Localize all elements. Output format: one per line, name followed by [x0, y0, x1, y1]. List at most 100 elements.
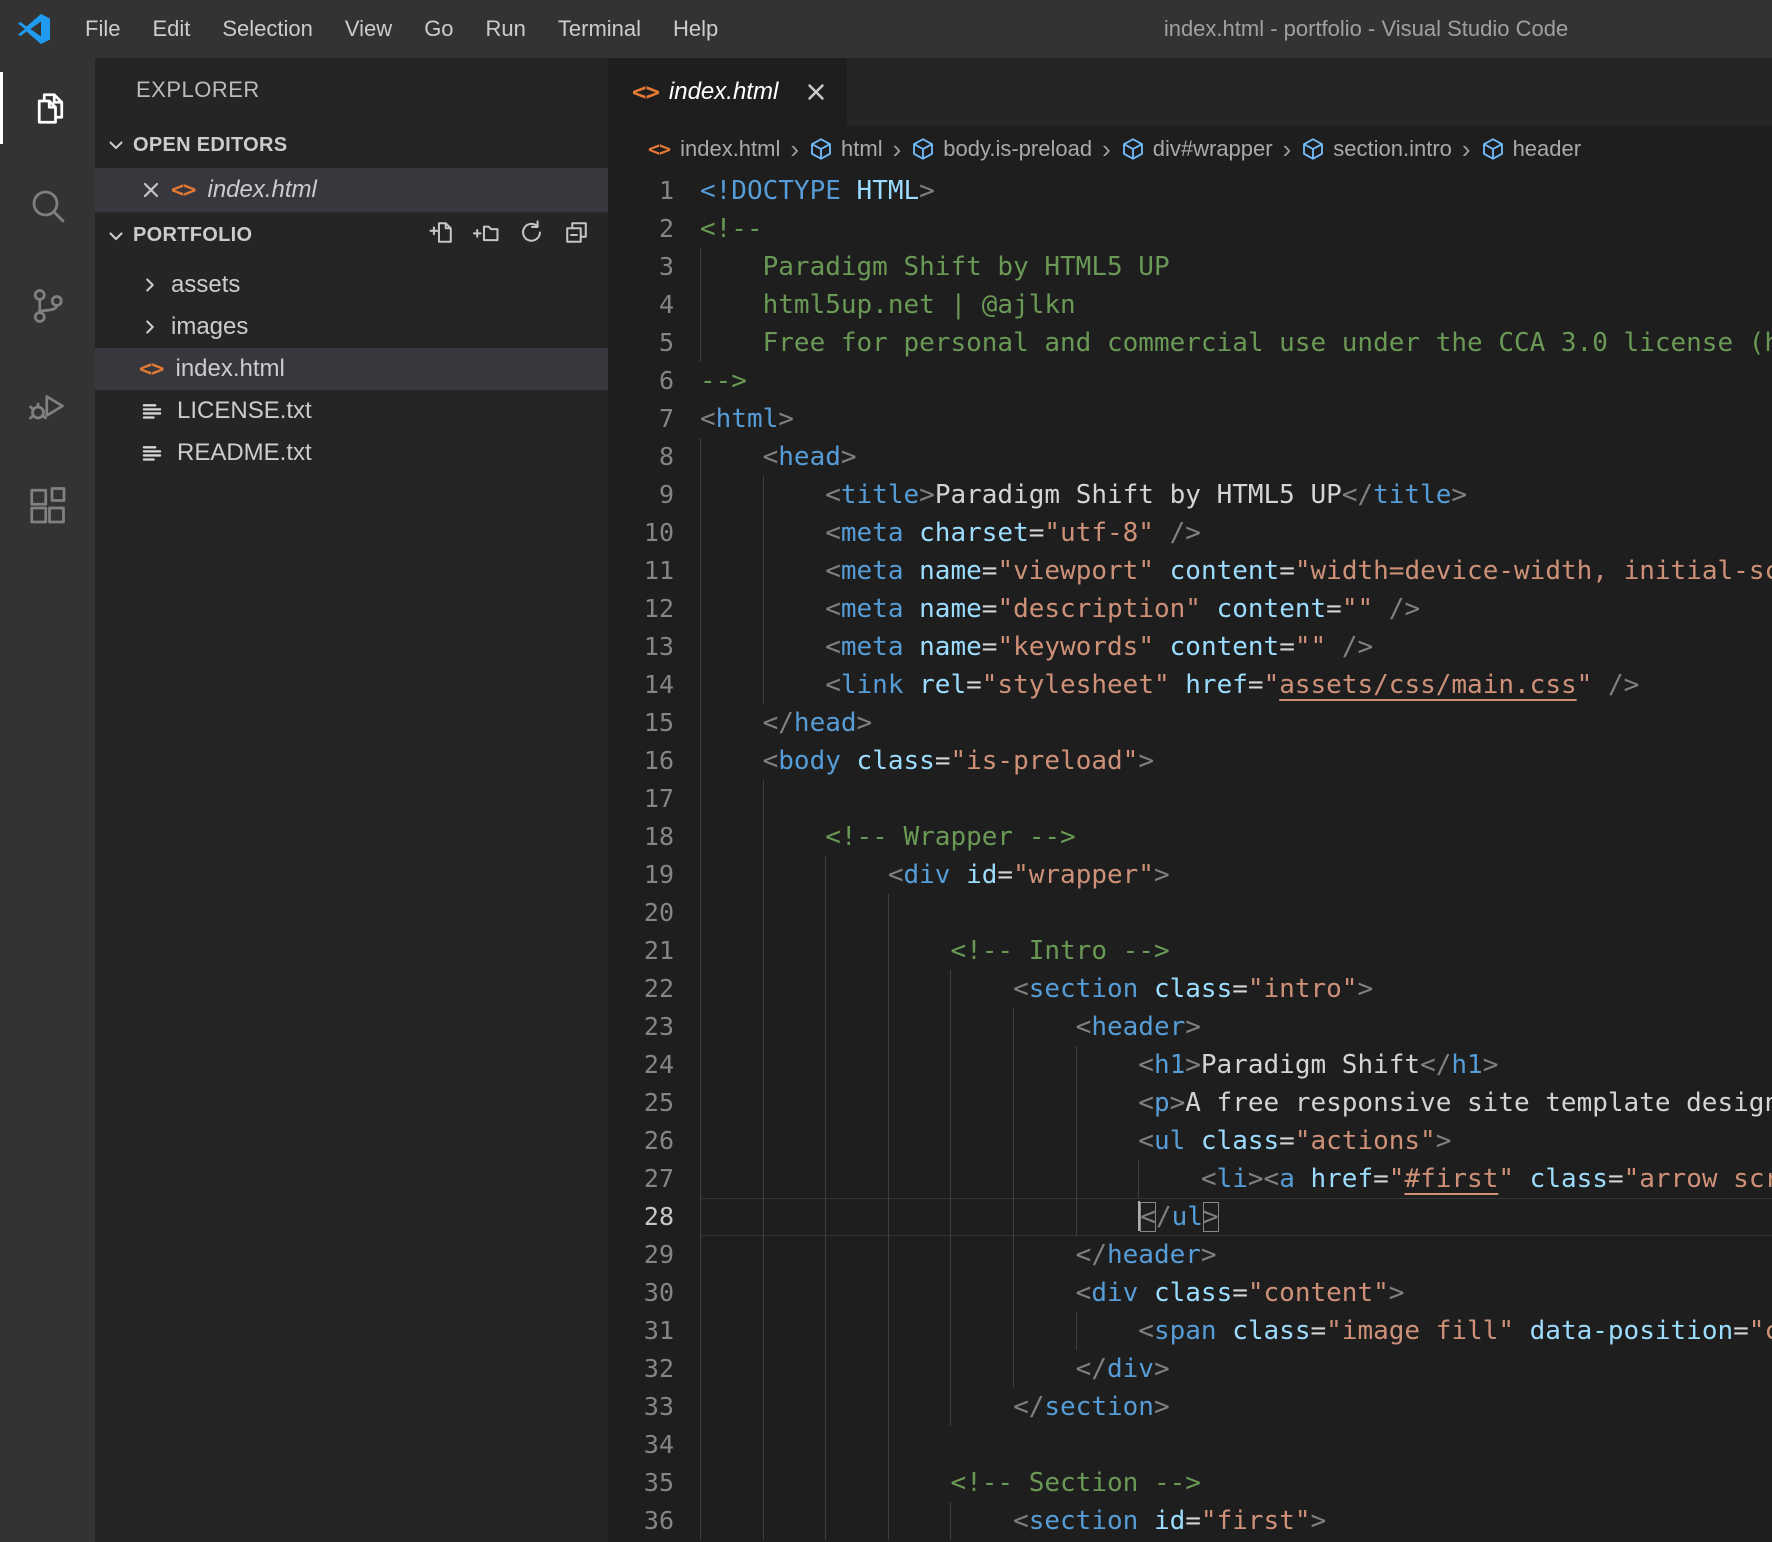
- code-line-17[interactable]: 17: [608, 780, 1772, 818]
- code-line-18[interactable]: 18<!-- Wrapper -->: [608, 818, 1772, 856]
- code-line-36[interactable]: 36<section id="first">: [608, 1502, 1772, 1540]
- code-line-24[interactable]: 24<h1>Paradigm Shift</h1>: [608, 1046, 1772, 1084]
- code-line-19[interactable]: 19<div id="wrapper">: [608, 856, 1772, 894]
- collapse-all-icon[interactable]: [563, 219, 590, 252]
- activity-explorer[interactable]: [0, 58, 95, 158]
- line-number[interactable]: 19: [608, 856, 700, 894]
- code-line-7[interactable]: 7<html>: [608, 400, 1772, 438]
- code-line-32[interactable]: 32</div>: [608, 1350, 1772, 1388]
- line-number[interactable]: 14: [608, 666, 700, 704]
- line-number[interactable]: 15: [608, 704, 700, 742]
- line-number[interactable]: 24: [608, 1046, 700, 1084]
- line-number[interactable]: 4: [608, 286, 700, 324]
- line-number[interactable]: 6: [608, 362, 700, 400]
- code-line-28[interactable]: 28</ul>: [608, 1198, 1772, 1236]
- line-number[interactable]: 3: [608, 248, 700, 286]
- menu-edit[interactable]: Edit: [136, 0, 206, 58]
- line-number[interactable]: 35: [608, 1464, 700, 1502]
- tree-item-images[interactable]: images: [95, 306, 608, 348]
- tree-item-index.html[interactable]: <>index.html: [95, 348, 608, 390]
- line-number[interactable]: 21: [608, 932, 700, 970]
- menu-file[interactable]: File: [69, 0, 136, 58]
- line-number[interactable]: 5: [608, 324, 700, 362]
- line-number[interactable]: 11: [608, 552, 700, 590]
- code-line-34[interactable]: 34: [608, 1426, 1772, 1464]
- close-icon[interactable]: [139, 178, 163, 202]
- menu-run[interactable]: Run: [470, 0, 542, 58]
- line-number[interactable]: 9: [608, 476, 700, 514]
- new-file-icon[interactable]: [428, 219, 455, 252]
- line-number[interactable]: 34: [608, 1426, 700, 1464]
- activity-run-and-debug[interactable]: [0, 358, 95, 458]
- code-line-16[interactable]: 16<body class="is-preload">: [608, 742, 1772, 780]
- code-line-4[interactable]: 4html5up.net | @ajlkn: [608, 286, 1772, 324]
- code-line-26[interactable]: 26<ul class="actions">: [608, 1122, 1772, 1160]
- code-line-30[interactable]: 30<div class="content">: [608, 1274, 1772, 1312]
- menu-terminal[interactable]: Terminal: [542, 0, 657, 58]
- folder-section-header[interactable]: PORTFOLIO: [95, 212, 608, 258]
- line-number[interactable]: 25: [608, 1084, 700, 1122]
- code-line-9[interactable]: 9<title>Paradigm Shift by HTML5 UP</titl…: [608, 476, 1772, 514]
- line-number[interactable]: 17: [608, 780, 700, 818]
- code-line-31[interactable]: 31<span class="image fill" data-position…: [608, 1312, 1772, 1350]
- code-editor[interactable]: 1<!DOCTYPE HTML>2<!--3Paradigm Shift by …: [608, 172, 1772, 1540]
- code-line-15[interactable]: 15</head>: [608, 704, 1772, 742]
- line-number[interactable]: 22: [608, 970, 700, 1008]
- line-number[interactable]: 18: [608, 818, 700, 856]
- line-number[interactable]: 32: [608, 1350, 700, 1388]
- line-number[interactable]: 29: [608, 1236, 700, 1274]
- code-line-3[interactable]: 3Paradigm Shift by HTML5 UP: [608, 248, 1772, 286]
- code-line-22[interactable]: 22<section class="intro">: [608, 970, 1772, 1008]
- code-line-13[interactable]: 13<meta name="keywords" content="" />: [608, 628, 1772, 666]
- menu-view[interactable]: View: [329, 0, 408, 58]
- code-line-20[interactable]: 20: [608, 894, 1772, 932]
- line-number[interactable]: 23: [608, 1008, 700, 1046]
- open-editor-index.html[interactable]: <>index.html: [95, 168, 608, 212]
- code-line-8[interactable]: 8<head>: [608, 438, 1772, 476]
- line-number[interactable]: 8: [608, 438, 700, 476]
- refresh-icon[interactable]: [518, 219, 545, 252]
- code-line-25[interactable]: 25<p>A free responsive site template des…: [608, 1084, 1772, 1122]
- code-line-21[interactable]: 21<!-- Intro -->: [608, 932, 1772, 970]
- line-number[interactable]: 16: [608, 742, 700, 780]
- code-line-12[interactable]: 12<meta name="description" content="" />: [608, 590, 1772, 628]
- line-number[interactable]: 26: [608, 1122, 700, 1160]
- tree-item-assets[interactable]: assets: [95, 264, 608, 306]
- menu-help[interactable]: Help: [657, 0, 734, 58]
- open-editors-header[interactable]: OPEN EDITORS: [95, 122, 608, 168]
- code-line-23[interactable]: 23<header>: [608, 1008, 1772, 1046]
- code-line-14[interactable]: 14<link rel="stylesheet" href="assets/cs…: [608, 666, 1772, 704]
- line-number[interactable]: 27: [608, 1160, 700, 1198]
- line-number[interactable]: 12: [608, 590, 700, 628]
- activity-search[interactable]: [0, 158, 95, 258]
- line-number[interactable]: 13: [608, 628, 700, 666]
- code-line-35[interactable]: 35<!-- Section -->: [608, 1464, 1772, 1502]
- tab-index-html[interactable]: <> index.html: [608, 58, 848, 126]
- line-number[interactable]: 20: [608, 894, 700, 932]
- activity-extensions[interactable]: [0, 458, 95, 558]
- tree-item-README.txt[interactable]: README.txt: [95, 432, 608, 474]
- code-line-29[interactable]: 29</header>: [608, 1236, 1772, 1274]
- line-number[interactable]: 30: [608, 1274, 700, 1312]
- activity-source-control[interactable]: [0, 258, 95, 358]
- line-number[interactable]: 1: [608, 172, 700, 210]
- menu-go[interactable]: Go: [408, 0, 469, 58]
- line-number[interactable]: 36: [608, 1502, 700, 1540]
- line-number[interactable]: 31: [608, 1312, 700, 1350]
- breadcrumb-item-index.html[interactable]: <>index.html: [648, 136, 780, 162]
- line-number[interactable]: 2: [608, 210, 700, 248]
- code-line-6[interactable]: 6-->: [608, 362, 1772, 400]
- code-line-33[interactable]: 33</section>: [608, 1388, 1772, 1426]
- breadcrumb-item-html[interactable]: html: [809, 136, 883, 162]
- code-line-2[interactable]: 2<!--: [608, 210, 1772, 248]
- new-folder-icon[interactable]: [473, 219, 500, 252]
- line-number[interactable]: 28: [608, 1198, 700, 1236]
- line-number[interactable]: 10: [608, 514, 700, 552]
- breadcrumb-item-section.intro[interactable]: section.intro: [1301, 136, 1452, 162]
- breadcrumb-item-header[interactable]: header: [1481, 136, 1582, 162]
- menu-selection[interactable]: Selection: [206, 0, 329, 58]
- code-line-11[interactable]: 11<meta name="viewport" content="width=d…: [608, 552, 1772, 590]
- tab-close-icon[interactable]: [803, 79, 829, 105]
- tree-item-LICENSE.txt[interactable]: LICENSE.txt: [95, 390, 608, 432]
- line-number[interactable]: 33: [608, 1388, 700, 1426]
